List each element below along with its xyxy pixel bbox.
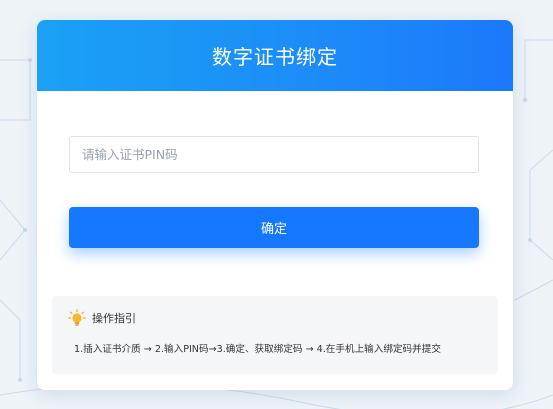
lightbulb-icon [68,309,86,327]
guide-title-row: 操作指引 [68,309,136,327]
card-header: 数字证书绑定 [37,20,513,91]
bind-certificate-card: 数字证书绑定 确定 操作指引 1.插入证书介质 → 2.输入PIN码→3.确定、… [37,20,513,390]
operation-guide: 操作指引 1.插入证书介质 → 2.输入PIN码→3.确定、获取绑定码 → 4.… [52,296,498,374]
guide-title: 操作指引 [92,312,136,325]
confirm-button[interactable]: 确定 [69,207,479,248]
page-title: 数字证书绑定 [212,45,338,69]
pin-input[interactable] [69,136,479,173]
guide-steps: 1.插入证书介质 → 2.输入PIN码→3.确定、获取绑定码 → 4.在手机上输… [74,344,441,355]
